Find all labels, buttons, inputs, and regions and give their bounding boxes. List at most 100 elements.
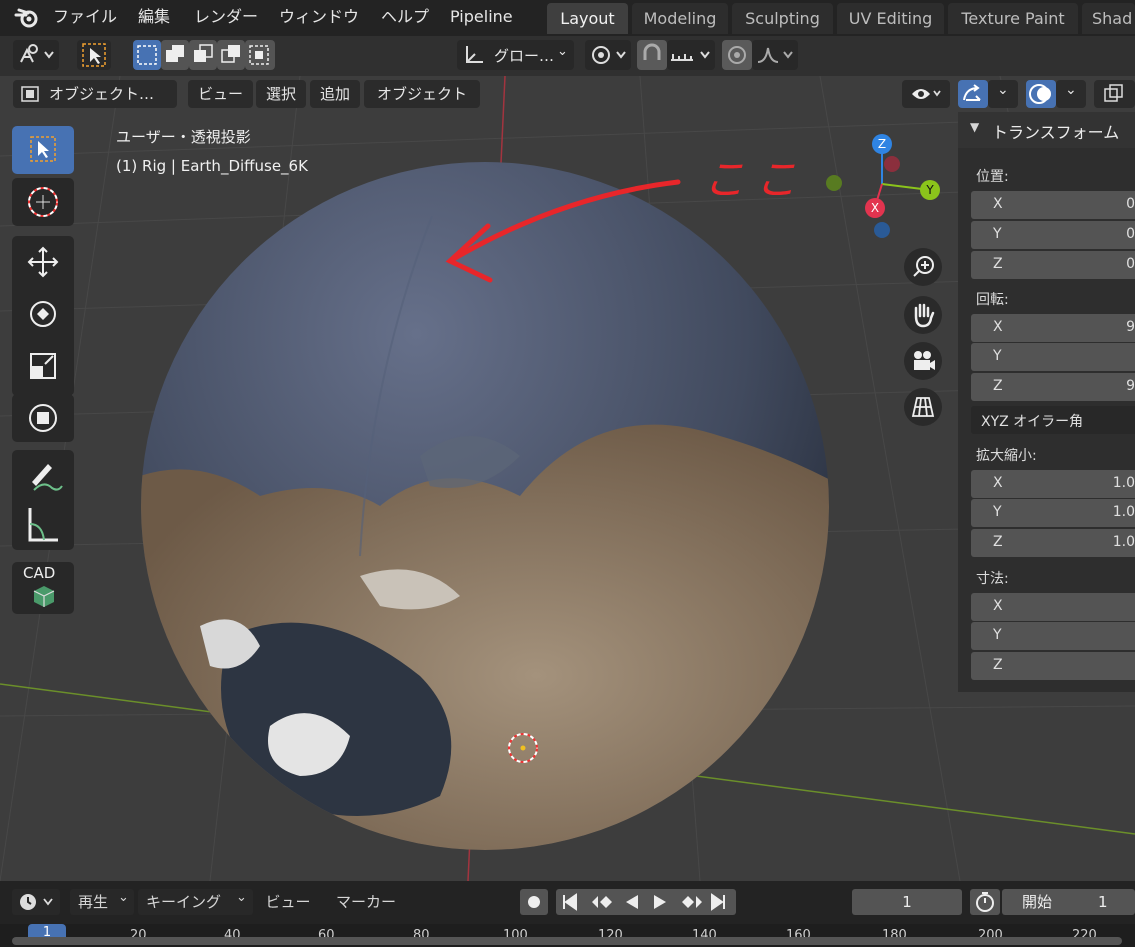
camera-icon — [914, 351, 935, 370]
gizmo-neg-z[interactable] — [874, 222, 890, 238]
select-cursor-button[interactable] — [77, 40, 111, 70]
dimensions-x-field[interactable]: X — [971, 593, 1135, 621]
cursor-arrow-icon — [82, 43, 106, 67]
zoom-button[interactable] — [904, 248, 942, 286]
tab-sculpting[interactable]: Sculpting — [732, 3, 833, 34]
scale-x-field[interactable]: X 1.0 — [971, 470, 1135, 498]
cube-icon — [33, 586, 55, 607]
measure-tool-icon[interactable] — [12, 500, 74, 550]
tab-layout[interactable]: Layout — [547, 3, 628, 34]
ortho-toggle-button[interactable] — [904, 388, 942, 426]
timeline-scrollbar[interactable] — [12, 937, 1122, 945]
proportional-edit-toggle[interactable] — [722, 40, 752, 70]
rotation-y-field[interactable]: Y — [971, 343, 1135, 371]
scale-y-field[interactable]: Y 1.0 — [971, 499, 1135, 527]
gizmo-z-axis[interactable]: Z — [872, 134, 892, 154]
chevron-down-icon: ⌄ — [236, 890, 247, 905]
overlay-dropdown[interactable]: ⌄ — [1056, 80, 1086, 108]
falloff-dropdown[interactable] — [752, 40, 798, 70]
record-button[interactable] — [520, 889, 548, 915]
select-intersect-icon — [249, 45, 269, 65]
rotate-tool-icon[interactable] — [12, 288, 74, 340]
orientation-axes-icon — [466, 46, 483, 63]
chevron-down-icon: ⌄ — [997, 82, 1009, 98]
gizmo-neg-y[interactable] — [826, 175, 842, 191]
menu-file[interactable]: ファイル — [53, 4, 117, 30]
playback-controls — [556, 889, 736, 915]
location-z-field[interactable]: Z0 — [971, 251, 1135, 279]
gizmo-y-axis[interactable]: Y — [920, 180, 940, 200]
overlay-toggle[interactable] — [1026, 80, 1056, 108]
rotation-x-field[interactable]: X9 — [971, 314, 1135, 342]
tool-cursor[interactable] — [12, 178, 74, 226]
mode-dropdown[interactable]: オブジェクト… — [13, 80, 177, 108]
triangle-down-icon: ▼ — [970, 120, 980, 134]
visibility-dropdown[interactable] — [902, 80, 950, 108]
select-mode-subtract[interactable] — [189, 40, 217, 70]
menu-add[interactable]: 追加 — [310, 80, 360, 108]
gizmo-x-axis[interactable]: X — [865, 198, 885, 218]
blender-logo-icon[interactable] — [14, 6, 40, 30]
tab-shading[interactable]: Shad — [1082, 3, 1135, 34]
transform-orientation-dropdown[interactable]: グロー… ⌄ — [457, 40, 574, 70]
rotation-z-field[interactable]: Z9 — [971, 373, 1135, 401]
location-y-field[interactable]: Y0 — [971, 221, 1135, 249]
cad-label: CAD — [23, 564, 56, 582]
tool-cad[interactable]: CAD — [12, 562, 74, 614]
annotate-tool-icon[interactable] — [12, 450, 74, 500]
tab-texture-paint[interactable]: Texture Paint — [948, 3, 1078, 34]
tool-select-box[interactable] — [12, 126, 74, 174]
gizmo-dropdown[interactable]: ⌄ — [988, 80, 1018, 108]
select-mode-new[interactable] — [133, 40, 161, 70]
tool-settings-dropdown[interactable] — [13, 40, 59, 70]
select-mode-extend[interactable] — [161, 40, 189, 70]
move-tool-icon[interactable] — [12, 236, 74, 288]
rotation-mode-label: XYZ オイラー角 — [981, 414, 1084, 430]
tab-uv-editing[interactable]: UV Editing — [837, 3, 944, 34]
menu-edit[interactable]: 編集 — [138, 4, 170, 30]
menu-view[interactable]: ビュー — [188, 80, 253, 108]
gizmo-toggle[interactable] — [958, 80, 988, 108]
scale-z-field[interactable]: Z 1.0 — [971, 529, 1135, 557]
gizmo-neg-x[interactable] — [884, 156, 900, 172]
select-subtract-icon — [194, 44, 213, 62]
menu-render[interactable]: レンダー — [194, 4, 258, 30]
snap-toggle[interactable] — [637, 40, 667, 70]
dimensions-y-field[interactable]: Y — [971, 622, 1135, 650]
select-mode-intersect[interactable] — [245, 40, 275, 70]
xray-icon — [1104, 84, 1123, 102]
dimensions-z-field[interactable]: Z — [971, 652, 1135, 680]
keying-menu[interactable]: キーイング ⌄ — [138, 889, 253, 915]
start-frame-value: 1 — [1098, 893, 1108, 911]
proportional-edit-icon — [728, 46, 746, 64]
navigation-gizmo[interactable] — [826, 144, 931, 238]
tab-modeling[interactable]: Modeling — [632, 3, 728, 34]
menu-pipeline[interactable]: Pipeline — [450, 4, 513, 30]
preview-range-toggle[interactable] — [970, 889, 1000, 915]
current-frame-field[interactable]: 1 — [852, 889, 962, 915]
pan-button[interactable] — [904, 296, 942, 334]
tool-transform[interactable] — [12, 394, 74, 442]
select-mode-invert[interactable] — [217, 40, 245, 70]
timeline-view-menu[interactable]: ビュー — [258, 889, 318, 915]
start-frame-field[interactable]: 開始 1 — [1002, 889, 1135, 915]
editor-type-dropdown[interactable] — [12, 889, 60, 915]
menu-window[interactable]: ウィンドウ — [279, 4, 359, 30]
location-x-field[interactable]: X0 — [971, 191, 1135, 219]
timeline-marker-menu[interactable]: マーカー — [326, 889, 406, 915]
menu-select[interactable]: 選択 — [256, 80, 306, 108]
dimensions-label: 寸法: — [976, 571, 1009, 587]
panel-header[interactable]: ▼ トランスフォーム — [958, 112, 1135, 148]
scale-label: 拡大縮小: — [976, 448, 1037, 464]
clock-icon — [20, 894, 53, 910]
scale-tool-icon[interactable] — [12, 340, 74, 392]
pivot-point-dropdown[interactable] — [585, 40, 631, 70]
snap-target-dropdown[interactable] — [667, 40, 715, 70]
menu-object[interactable]: オブジェクト — [364, 80, 480, 108]
playback-menu[interactable]: 再生 ⌄ — [70, 889, 134, 915]
menu-help[interactable]: ヘルプ — [381, 4, 429, 30]
camera-view-button[interactable] — [904, 342, 942, 380]
xray-toggle[interactable] — [1094, 80, 1135, 108]
rotation-mode-dropdown[interactable]: XYZ オイラー角 — [971, 406, 1135, 434]
sidebar-transform-panel: ▼ トランスフォーム 位置: X0 Y0 Z0 回転: X9 Y Z9 XYZ … — [958, 112, 1135, 692]
